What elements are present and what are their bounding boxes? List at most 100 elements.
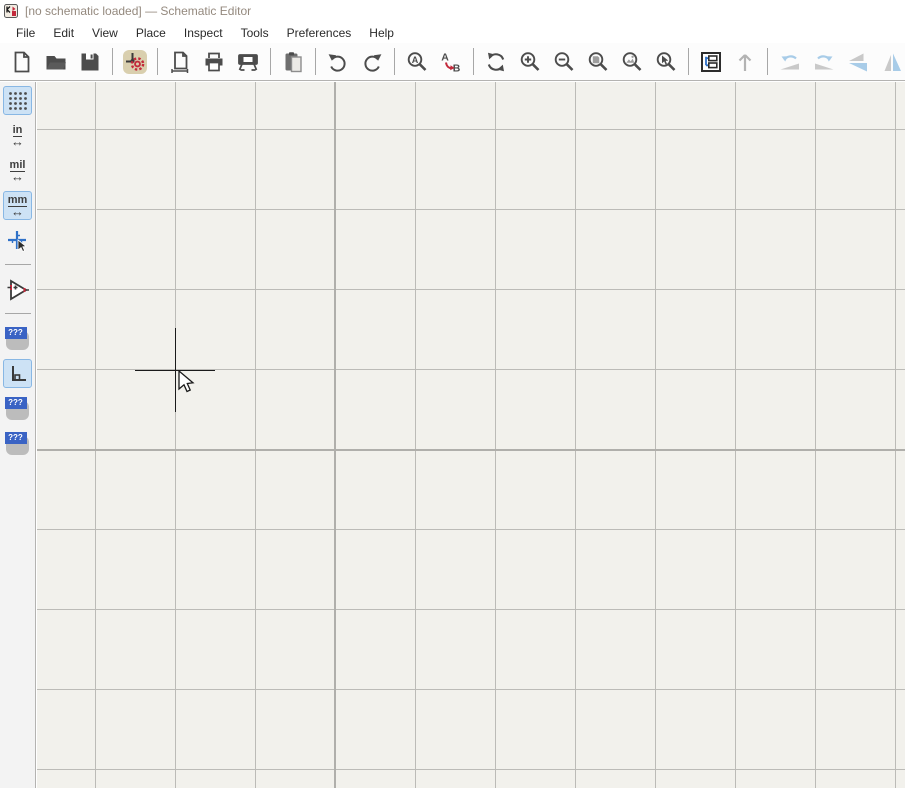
open-folder-icon bbox=[44, 50, 68, 74]
zoom-to-selection-button[interactable] bbox=[649, 46, 683, 78]
schematic-setup-icon bbox=[122, 49, 148, 75]
mirror-horizontal-icon bbox=[880, 50, 904, 74]
zoom-in-button[interactable] bbox=[513, 46, 547, 78]
mouse-pointer-icon bbox=[175, 370, 199, 396]
menu-place[interactable]: Place bbox=[127, 23, 175, 43]
schematic-setup-button[interactable] bbox=[118, 46, 152, 78]
mirror-vertically-button[interactable] bbox=[841, 46, 875, 78]
save-icon bbox=[78, 50, 102, 74]
menu-view[interactable]: View bbox=[83, 23, 127, 43]
hv-line-mode-button[interactable] bbox=[3, 359, 32, 388]
double-arrow-icon: ↔ bbox=[11, 137, 24, 146]
unit-mils-icon: mil ↔ bbox=[10, 160, 26, 181]
hierarchy-navigator-icon bbox=[699, 50, 723, 74]
find-replace-button[interactable]: A B bbox=[434, 46, 468, 78]
toolbar-separator bbox=[688, 48, 689, 75]
menu-tools[interactable]: Tools bbox=[232, 23, 278, 43]
rotate-clockwise-button[interactable] bbox=[807, 46, 841, 78]
missing-icon-placeholder: ??? bbox=[5, 327, 31, 351]
toolbar-separator bbox=[394, 48, 395, 75]
redo-icon bbox=[360, 50, 384, 74]
zoom-to-objects-button[interactable] bbox=[615, 46, 649, 78]
hierarchy-navigator-button[interactable] bbox=[694, 46, 728, 78]
main-toolbar: A A B bbox=[0, 43, 905, 81]
svg-text:A: A bbox=[412, 54, 419, 64]
unit-mm-icon: mm ↔ bbox=[8, 195, 28, 216]
menu-inspect[interactable]: Inspect bbox=[175, 23, 232, 43]
save-button[interactable] bbox=[73, 46, 107, 78]
plot-button[interactable] bbox=[231, 46, 265, 78]
unknown-icon-label: ??? bbox=[5, 432, 27, 444]
refresh-icon bbox=[484, 50, 508, 74]
refresh-view-button[interactable] bbox=[479, 46, 513, 78]
rotate-ccw-icon bbox=[778, 50, 802, 74]
unknown-tool-button-2[interactable]: ??? bbox=[3, 394, 32, 423]
menu-preferences[interactable]: Preferences bbox=[278, 23, 361, 43]
toolbar-separator bbox=[157, 48, 158, 75]
unit-inches-icon: in ↔ bbox=[11, 125, 24, 146]
menu-edit[interactable]: Edit bbox=[44, 23, 83, 43]
grid-dots-icon bbox=[7, 90, 29, 112]
menu-bar: File Edit View Place Inspect Tools Prefe… bbox=[0, 22, 905, 43]
new-file-icon bbox=[10, 50, 34, 74]
full-crosshair-toggle-button[interactable] bbox=[3, 226, 32, 255]
leave-sheet-up-arrow-icon bbox=[733, 50, 757, 74]
zoom-objects-icon bbox=[620, 50, 644, 74]
plot-icon bbox=[236, 50, 260, 74]
svg-text:A: A bbox=[441, 51, 449, 63]
open-schematic-button[interactable] bbox=[39, 46, 73, 78]
paste-button[interactable] bbox=[276, 46, 310, 78]
missing-icon-placeholder: ??? bbox=[5, 432, 31, 456]
left-toolbar-separator bbox=[5, 264, 31, 265]
rotate-counterclockwise-button[interactable] bbox=[773, 46, 807, 78]
rotate-cw-icon bbox=[812, 50, 836, 74]
zoom-out-icon bbox=[552, 50, 576, 74]
show-hidden-pins-button[interactable] bbox=[3, 275, 32, 304]
unit-mm-button[interactable]: mm ↔ bbox=[3, 191, 32, 220]
grid-major-vertical-line bbox=[334, 82, 336, 788]
zoom-in-icon bbox=[518, 50, 542, 74]
hv-lines-icon bbox=[6, 362, 30, 386]
page-setup-icon bbox=[168, 50, 192, 74]
toolbar-separator bbox=[112, 48, 113, 75]
undo-button[interactable] bbox=[321, 46, 355, 78]
unit-inches-button[interactable]: in ↔ bbox=[3, 121, 32, 150]
double-arrow-icon: ↔ bbox=[11, 207, 24, 216]
unknown-tool-button-1[interactable]: ??? bbox=[3, 324, 32, 353]
undo-icon bbox=[326, 50, 350, 74]
title-bar: [no schematic loaded] — Schematic Editor bbox=[0, 0, 905, 22]
find-replace-icon: A B bbox=[439, 50, 463, 74]
paste-icon bbox=[281, 50, 305, 74]
missing-icon-placeholder: ??? bbox=[5, 397, 31, 421]
zoom-to-fit-button[interactable] bbox=[581, 46, 615, 78]
mirror-horizontally-button[interactable] bbox=[875, 46, 905, 78]
schematic-canvas[interactable] bbox=[37, 82, 905, 788]
grid-toggle-button[interactable] bbox=[3, 86, 32, 115]
toolbar-separator bbox=[315, 48, 316, 75]
menu-file[interactable]: File bbox=[7, 23, 44, 43]
toolbar-separator bbox=[473, 48, 474, 75]
unit-mils-button[interactable]: mil ↔ bbox=[3, 156, 32, 185]
print-icon bbox=[202, 50, 226, 74]
left-toolbar-separator bbox=[5, 313, 31, 314]
redo-button[interactable] bbox=[355, 46, 389, 78]
crosshair-cursor-icon bbox=[6, 229, 30, 253]
page-settings-button[interactable] bbox=[163, 46, 197, 78]
zoom-out-button[interactable] bbox=[547, 46, 581, 78]
window-title: [no schematic loaded] — Schematic Editor bbox=[25, 4, 251, 18]
menu-help[interactable]: Help bbox=[360, 23, 403, 43]
zoom-fit-icon bbox=[586, 50, 610, 74]
grid-major-horizontal-line bbox=[37, 449, 905, 451]
kicad-app-icon bbox=[4, 4, 18, 18]
print-button[interactable] bbox=[197, 46, 231, 78]
unknown-tool-button-3[interactable]: ??? bbox=[3, 429, 32, 458]
leave-sheet-button[interactable] bbox=[728, 46, 762, 78]
zoom-selection-icon bbox=[654, 50, 678, 74]
mirror-vertical-icon bbox=[846, 50, 870, 74]
left-toolbar: in ↔ mil ↔ mm ↔ bbox=[0, 82, 36, 788]
find-icon: A bbox=[405, 50, 429, 74]
find-button[interactable]: A bbox=[400, 46, 434, 78]
unknown-icon-label: ??? bbox=[5, 327, 27, 339]
toolbar-separator bbox=[767, 48, 768, 75]
new-schematic-button[interactable] bbox=[5, 46, 39, 78]
